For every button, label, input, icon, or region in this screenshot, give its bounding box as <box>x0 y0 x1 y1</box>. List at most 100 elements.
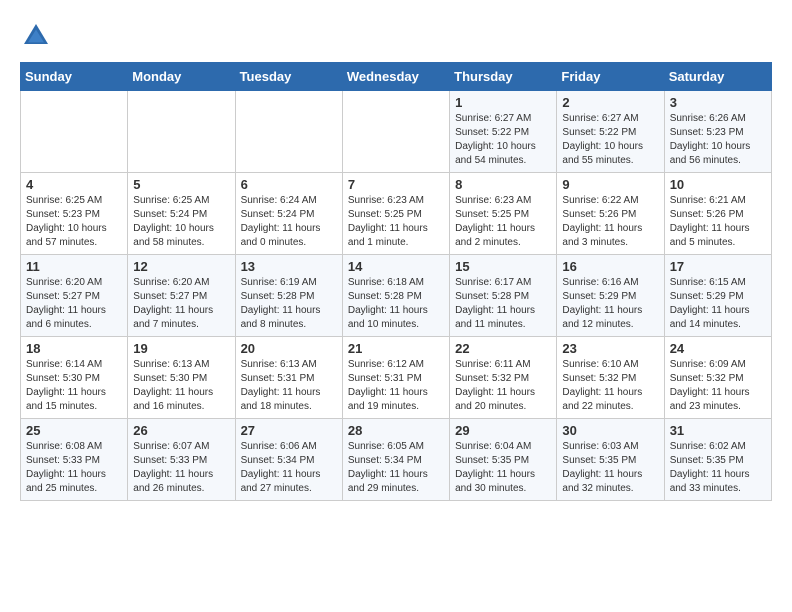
day-number: 2 <box>562 95 658 110</box>
day-number: 6 <box>241 177 337 192</box>
calendar-cell: 27 Sunrise: 6:06 AM Sunset: 5:34 PM Dayli… <box>235 419 342 501</box>
calendar-cell: 23 Sunrise: 6:10 AM Sunset: 5:32 PM Dayli… <box>557 337 664 419</box>
calendar-cell: 1 Sunrise: 6:27 AM Sunset: 5:22 PM Daylig… <box>450 91 557 173</box>
day-number: 8 <box>455 177 551 192</box>
day-number: 17 <box>670 259 766 274</box>
calendar-cell: 16Sunrise: 6:16 AM Sunset: 5:29 PM Dayli… <box>557 255 664 337</box>
cell-info: Sunrise: 6:04 AM Sunset: 5:35 PM Dayligh… <box>455 440 551 496</box>
calendar-cell: 6 Sunrise: 6:24 AM Sunset: 5:24 PM Daylig… <box>235 173 342 255</box>
calendar-week-5: 25 Sunrise: 6:08 AM Sunset: 5:33 PM Dayli… <box>21 419 772 501</box>
cell-info: Sunrise: 6:08 AM Sunset: 5:33 PM Dayligh… <box>26 440 122 496</box>
cell-info: Sunrise: 6:25 AM Sunset: 5:24 PM Dayligh… <box>133 194 229 250</box>
calendar-week-1: 1 Sunrise: 6:27 AM Sunset: 5:22 PM Daylig… <box>21 91 772 173</box>
calendar-cell: 11Sunrise: 6:20 AM Sunset: 5:27 PM Dayli… <box>21 255 128 337</box>
calendar-week-4: 18 Sunrise: 6:14 AM Sunset: 5:30 PM Dayli… <box>21 337 772 419</box>
cell-info: Sunrise: 6:17 AM Sunset: 5:28 PM Dayligh… <box>455 276 551 332</box>
day-number: 5 <box>133 177 229 192</box>
calendar-header-row: SundayMondayTuesdayWednesdayThursdayFrid… <box>21 63 772 91</box>
cell-info: Sunrise: 6:25 AM Sunset: 5:23 PM Dayligh… <box>26 194 122 250</box>
day-number: 18 <box>26 341 122 356</box>
day-number: 28 <box>348 423 444 438</box>
calendar-cell: 22 Sunrise: 6:11 AM Sunset: 5:32 PM Dayli… <box>450 337 557 419</box>
calendar-cell: 31Sunrise: 6:02 AM Sunset: 5:35 PM Dayli… <box>664 419 771 501</box>
cell-info: Sunrise: 6:10 AM Sunset: 5:32 PM Dayligh… <box>562 358 658 414</box>
calendar-cell: 24 Sunrise: 6:09 AM Sunset: 5:32 PM Dayli… <box>664 337 771 419</box>
cell-info: Sunrise: 6:20 AM Sunset: 5:27 PM Dayligh… <box>133 276 229 332</box>
day-number: 11 <box>26 259 122 274</box>
header-thursday: Thursday <box>450 63 557 91</box>
calendar-cell: 8 Sunrise: 6:23 AM Sunset: 5:25 PM Daylig… <box>450 173 557 255</box>
calendar-cell <box>128 91 235 173</box>
day-number: 12 <box>133 259 229 274</box>
day-number: 4 <box>26 177 122 192</box>
day-number: 9 <box>562 177 658 192</box>
cell-info: Sunrise: 6:23 AM Sunset: 5:25 PM Dayligh… <box>455 194 551 250</box>
calendar-cell <box>342 91 449 173</box>
day-number: 13 <box>241 259 337 274</box>
calendar-cell: 18 Sunrise: 6:14 AM Sunset: 5:30 PM Dayli… <box>21 337 128 419</box>
day-number: 21 <box>348 341 444 356</box>
calendar-cell <box>21 91 128 173</box>
header-wednesday: Wednesday <box>342 63 449 91</box>
calendar-cell: 7 Sunrise: 6:23 AM Sunset: 5:25 PM Daylig… <box>342 173 449 255</box>
day-number: 7 <box>348 177 444 192</box>
calendar-table: SundayMondayTuesdayWednesdayThursdayFrid… <box>20 62 772 501</box>
calendar-cell: 21Sunrise: 6:12 AM Sunset: 5:31 PM Dayli… <box>342 337 449 419</box>
day-number: 24 <box>670 341 766 356</box>
calendar-cell: 12 Sunrise: 6:20 AM Sunset: 5:27 PM Dayli… <box>128 255 235 337</box>
cell-info: Sunrise: 6:05 AM Sunset: 5:34 PM Dayligh… <box>348 440 444 496</box>
header-monday: Monday <box>128 63 235 91</box>
header-friday: Friday <box>557 63 664 91</box>
cell-info: Sunrise: 6:15 AM Sunset: 5:29 PM Dayligh… <box>670 276 766 332</box>
calendar-week-2: 4 Sunrise: 6:25 AM Sunset: 5:23 PM Daylig… <box>21 173 772 255</box>
cell-info: Sunrise: 6:18 AM Sunset: 5:28 PM Dayligh… <box>348 276 444 332</box>
day-number: 27 <box>241 423 337 438</box>
calendar-cell: 20 Sunrise: 6:13 AM Sunset: 5:31 PM Dayli… <box>235 337 342 419</box>
day-number: 29 <box>455 423 551 438</box>
day-number: 10 <box>670 177 766 192</box>
calendar-cell: 29 Sunrise: 6:04 AM Sunset: 5:35 PM Dayli… <box>450 419 557 501</box>
day-number: 25 <box>26 423 122 438</box>
day-number: 16 <box>562 259 658 274</box>
calendar-cell: 17 Sunrise: 6:15 AM Sunset: 5:29 PM Dayli… <box>664 255 771 337</box>
logo-icon <box>20 20 52 52</box>
day-number: 3 <box>670 95 766 110</box>
day-number: 26 <box>133 423 229 438</box>
calendar-cell: 15Sunrise: 6:17 AM Sunset: 5:28 PM Dayli… <box>450 255 557 337</box>
calendar-cell: 19 Sunrise: 6:13 AM Sunset: 5:30 PM Dayli… <box>128 337 235 419</box>
day-number: 20 <box>241 341 337 356</box>
calendar-cell: 3 Sunrise: 6:26 AM Sunset: 5:23 PM Daylig… <box>664 91 771 173</box>
cell-info: Sunrise: 6:27 AM Sunset: 5:22 PM Dayligh… <box>455 112 551 168</box>
cell-info: Sunrise: 6:06 AM Sunset: 5:34 PM Dayligh… <box>241 440 337 496</box>
calendar-cell: 28 Sunrise: 6:05 AM Sunset: 5:34 PM Dayli… <box>342 419 449 501</box>
cell-info: Sunrise: 6:19 AM Sunset: 5:28 PM Dayligh… <box>241 276 337 332</box>
calendar-cell: 2 Sunrise: 6:27 AM Sunset: 5:22 PM Daylig… <box>557 91 664 173</box>
day-number: 1 <box>455 95 551 110</box>
calendar-cell: 13 Sunrise: 6:19 AM Sunset: 5:28 PM Dayli… <box>235 255 342 337</box>
page-header <box>20 20 772 52</box>
cell-info: Sunrise: 6:23 AM Sunset: 5:25 PM Dayligh… <box>348 194 444 250</box>
day-number: 22 <box>455 341 551 356</box>
cell-info: Sunrise: 6:14 AM Sunset: 5:30 PM Dayligh… <box>26 358 122 414</box>
calendar-cell: 5 Sunrise: 6:25 AM Sunset: 5:24 PM Daylig… <box>128 173 235 255</box>
calendar-cell: 14Sunrise: 6:18 AM Sunset: 5:28 PM Dayli… <box>342 255 449 337</box>
cell-info: Sunrise: 6:21 AM Sunset: 5:26 PM Dayligh… <box>670 194 766 250</box>
cell-info: Sunrise: 6:09 AM Sunset: 5:32 PM Dayligh… <box>670 358 766 414</box>
day-number: 23 <box>562 341 658 356</box>
day-number: 19 <box>133 341 229 356</box>
header-saturday: Saturday <box>664 63 771 91</box>
day-number: 30 <box>562 423 658 438</box>
cell-info: Sunrise: 6:13 AM Sunset: 5:31 PM Dayligh… <box>241 358 337 414</box>
cell-info: Sunrise: 6:02 AM Sunset: 5:35 PM Dayligh… <box>670 440 766 496</box>
cell-info: Sunrise: 6:27 AM Sunset: 5:22 PM Dayligh… <box>562 112 658 168</box>
calendar-cell: 10 Sunrise: 6:21 AM Sunset: 5:26 PM Dayli… <box>664 173 771 255</box>
cell-info: Sunrise: 6:22 AM Sunset: 5:26 PM Dayligh… <box>562 194 658 250</box>
cell-info: Sunrise: 6:26 AM Sunset: 5:23 PM Dayligh… <box>670 112 766 168</box>
calendar-cell <box>235 91 342 173</box>
calendar-cell: 4 Sunrise: 6:25 AM Sunset: 5:23 PM Daylig… <box>21 173 128 255</box>
cell-info: Sunrise: 6:24 AM Sunset: 5:24 PM Dayligh… <box>241 194 337 250</box>
cell-info: Sunrise: 6:07 AM Sunset: 5:33 PM Dayligh… <box>133 440 229 496</box>
cell-info: Sunrise: 6:11 AM Sunset: 5:32 PM Dayligh… <box>455 358 551 414</box>
logo <box>20 20 58 52</box>
cell-info: Sunrise: 6:13 AM Sunset: 5:30 PM Dayligh… <box>133 358 229 414</box>
